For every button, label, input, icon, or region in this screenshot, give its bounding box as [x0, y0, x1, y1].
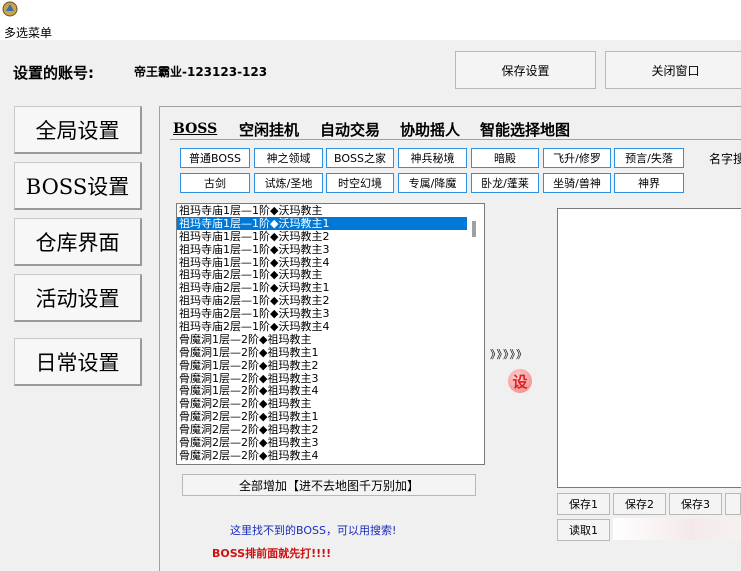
save-settings-button[interactable]: 保存设置: [455, 51, 596, 89]
tab-divider: [170, 139, 741, 140]
list-item[interactable]: 骨魔洞2层—2阶◆祖玛教主3: [177, 436, 484, 449]
save-slot-3-button[interactable]: 保存3: [669, 493, 722, 515]
save-slot-1-button[interactable]: 保存1: [557, 493, 610, 515]
settings-icon[interactable]: 设: [508, 369, 532, 393]
title-bar: [0, 0, 741, 22]
priority-hint-text: BOSS排前面就先打!!!!: [212, 547, 332, 560]
list-item[interactable]: 骨魔洞1层—2阶◆祖玛教主3: [177, 372, 484, 385]
tab-assist[interactable]: 协助摇人: [398, 118, 462, 140]
category-button[interactable]: 神界: [614, 173, 684, 193]
sidebar-item-global[interactable]: 全局设置: [14, 106, 142, 154]
window-title: 多选菜单: [4, 26, 53, 40]
list-scrollbar-thumb[interactable]: [472, 221, 476, 237]
category-button[interactable]: 时空幻境: [326, 173, 394, 193]
list-item[interactable]: 祖玛寺庙2层—1阶◆沃玛教主3: [177, 307, 484, 320]
list-item[interactable]: 祖玛寺庙1层—1阶◆沃玛教主3: [177, 243, 484, 256]
tab-boss[interactable]: BOSS: [171, 118, 219, 140]
account-label: 设置的账号:: [13, 64, 94, 82]
category-button[interactable]: 预言/失落: [614, 148, 684, 168]
category-button[interactable]: 飞升/修罗: [543, 148, 611, 168]
category-button[interactable]: 神兵秘境: [398, 148, 467, 168]
category-button[interactable]: BOSS之家: [326, 148, 394, 168]
list-item[interactable]: 祖玛寺庙2层—1阶◆沃玛教主2: [177, 294, 484, 307]
app-icon: [2, 1, 18, 17]
category-button[interactable]: 专属/降魔: [398, 173, 467, 193]
list-item[interactable]: 祖玛寺庙1层—1阶◆沃玛教主1: [177, 216, 467, 230]
list-item[interactable]: 骨魔洞1层—2阶◆祖玛教主: [177, 333, 484, 346]
tab-auto-trade[interactable]: 自动交易: [318, 118, 382, 140]
list-item[interactable]: 骨魔洞2层—2阶◆祖玛教主: [177, 397, 484, 410]
selected-boss-listbox[interactable]: [557, 208, 741, 488]
sidebar-item-activity[interactable]: 活动设置: [14, 274, 142, 322]
add-all-button[interactable]: 全部增加【进不去地图千万别加】: [182, 474, 476, 496]
category-button[interactable]: 古剑: [180, 173, 250, 193]
list-item[interactable]: 祖玛寺庙2层—1阶◆沃玛教主1: [177, 281, 484, 294]
sidebar-item-daily[interactable]: 日常设置: [14, 338, 142, 386]
category-button[interactable]: 试炼/圣地: [254, 173, 323, 193]
list-item[interactable]: 祖玛寺庙1层—1阶◆沃玛教主: [177, 204, 484, 217]
account-value: 帝王霸业-123123-123: [134, 65, 268, 79]
category-button[interactable]: 神之领域: [254, 148, 323, 168]
list-item[interactable]: 骨魔洞2层—2阶◆祖玛教主1: [177, 410, 484, 423]
list-item[interactable]: 祖玛寺庙2层—1阶◆沃玛教主: [177, 268, 484, 282]
category-button[interactable]: 卧龙/蓬莱: [471, 173, 539, 193]
sidebar-item-warehouse[interactable]: 仓库界面: [14, 218, 142, 266]
search-hint-text: 这里找不到的BOSS，可以用搜索!: [230, 524, 397, 537]
list-item[interactable]: 祖玛寺庙2层—1阶◆沃玛教主4: [177, 320, 484, 333]
tab-idle[interactable]: 空闲挂机: [237, 118, 301, 140]
list-item[interactable]: 骨魔洞1层—2阶◆祖玛教主1: [177, 346, 484, 359]
list-item[interactable]: 祖玛寺庙1层—1阶◆沃玛教主4: [177, 256, 484, 269]
list-item[interactable]: 骨魔洞2层—2阶◆祖玛教主4: [177, 449, 484, 462]
list-item[interactable]: 骨魔洞1层—2阶◆祖玛教主4: [177, 384, 484, 398]
category-button[interactable]: 暗殿: [471, 148, 539, 168]
save-slot-4-button-partial[interactable]: [725, 493, 741, 515]
close-window-button[interactable]: 关闭窗口: [605, 51, 741, 89]
name-search-label: 名字搜: [709, 152, 741, 166]
watermark-strip: [613, 518, 741, 540]
save-slot-2-button[interactable]: 保存2: [613, 493, 666, 515]
sidebar-item-boss[interactable]: BOSS设置: [14, 162, 142, 210]
list-item[interactable]: 祖玛寺庙1层—1阶◆沃玛教主2: [177, 230, 484, 243]
menu-bar: [0, 22, 741, 40]
category-button[interactable]: 普通BOSS: [180, 148, 250, 168]
tab-smart-map[interactable]: 智能选择地图: [478, 118, 572, 140]
load-slot-1-button[interactable]: 读取1: [557, 519, 610, 541]
boss-listbox[interactable]: 祖玛寺庙1层—1阶◆沃玛教主 祖玛寺庙1层—1阶◆沃玛教主1 祖玛寺庙1层—1阶◆沃…: [176, 203, 485, 465]
category-button[interactable]: 坐骑/兽神: [543, 173, 611, 193]
list-item[interactable]: 骨魔洞2层—2阶◆祖玛教主2: [177, 423, 484, 436]
list-item[interactable]: 骨魔洞1层—2阶◆祖玛教主2: [177, 359, 484, 372]
transfer-arrows[interactable]: 》》》》》: [490, 346, 528, 362]
